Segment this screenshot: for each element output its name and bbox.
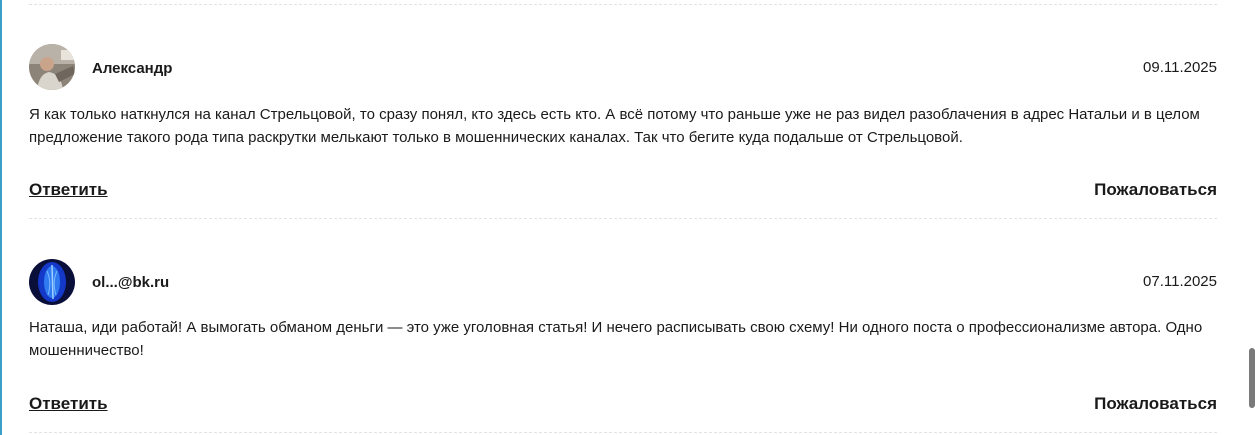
comments-page: Александр 09.11.2025 Я как только наткну… <box>0 0 1255 435</box>
avatar <box>29 259 75 305</box>
left-accent-border <box>0 0 2 435</box>
comment-text: Я как только наткнулся на канал Стрельцо… <box>29 106 1200 146</box>
avatar <box>29 44 75 90</box>
comment-divider <box>29 432 1217 433</box>
reply-link[interactable]: Ответить <box>29 394 108 414</box>
comment-date: 07.11.2025 <box>1143 273 1217 290</box>
comment-author: ol...@bk.ru <box>92 274 170 291</box>
scrollbar-thumb[interactable] <box>1249 348 1255 408</box>
report-link[interactable]: Пожаловаться <box>1094 180 1217 200</box>
comment-date: 09.11.2025 <box>1143 59 1217 76</box>
comment-divider <box>29 218 1217 219</box>
reply-link[interactable]: Ответить <box>29 180 108 200</box>
comment-divider <box>29 4 1217 5</box>
comment-author: Александр <box>92 60 173 77</box>
comment-text: Наташа, иди работай! А вымогать обманом … <box>29 319 1203 359</box>
report-link[interactable]: Пожаловаться <box>1094 394 1217 414</box>
